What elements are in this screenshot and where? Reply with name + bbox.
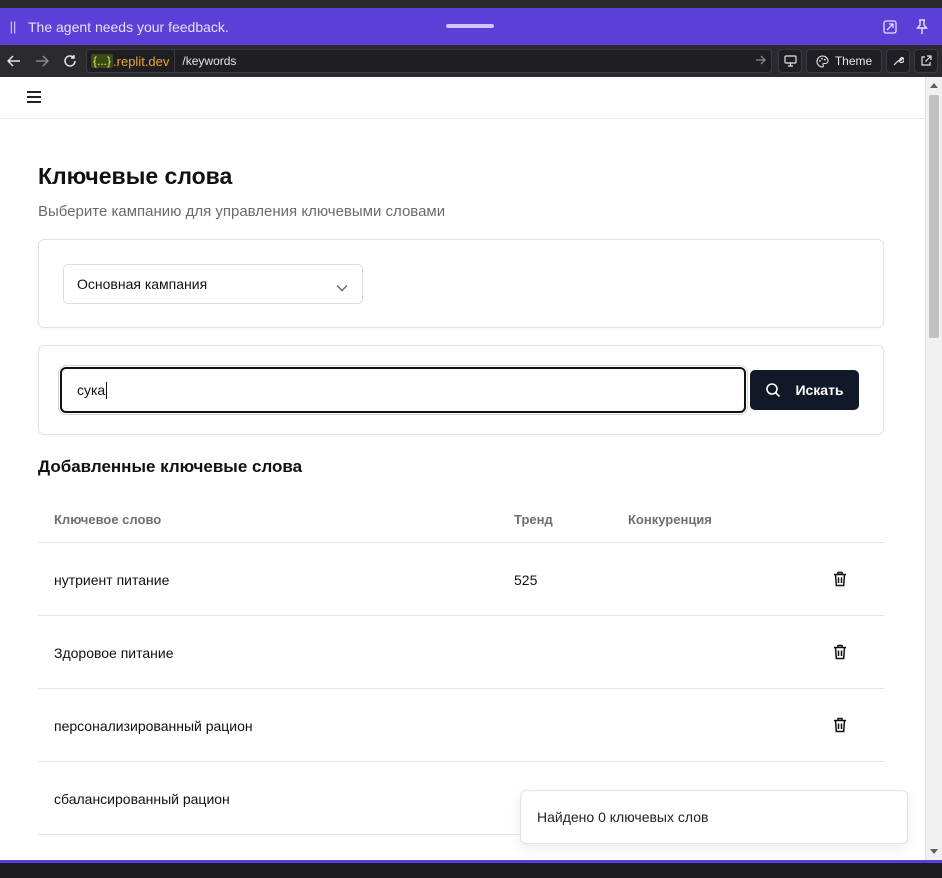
table-row: Здоровое питание xyxy=(38,616,884,689)
keywords-table: Ключевое слово Тренд Конкуренция нутриен… xyxy=(38,499,884,835)
window-bottom-frame xyxy=(0,860,942,878)
theme-label: Theme xyxy=(834,54,873,68)
scrollbar-thumb[interactable] xyxy=(929,95,939,338)
keyword-cell: сбалансированный рацион xyxy=(54,791,230,807)
scrollbar[interactable] xyxy=(925,77,942,860)
reload-icon[interactable] xyxy=(56,47,84,75)
back-icon[interactable] xyxy=(0,47,28,75)
address-host: {...} .replit.dev xyxy=(87,50,176,72)
page-subtitle: Выберите кампанию для управления ключевы… xyxy=(38,203,446,220)
devices-button[interactable] xyxy=(778,49,802,73)
scroll-up-arrow[interactable] xyxy=(930,83,938,88)
pin-icon[interactable] xyxy=(913,18,931,36)
address-path: /keywords xyxy=(182,54,237,68)
search-button[interactable]: Искать xyxy=(750,370,859,410)
wrench-button[interactable] xyxy=(886,49,910,73)
trash-icon[interactable] xyxy=(833,644,847,660)
campaign-select-value: Основная кампания xyxy=(77,276,208,292)
keywords-section-title: Добавленные ключевые слова xyxy=(38,457,303,476)
trend-cell: 525 xyxy=(514,572,538,588)
drag-handle[interactable] xyxy=(446,24,494,28)
keyword-cell: персонализированный рацион xyxy=(54,718,253,734)
table-row: нутриент питание 525 xyxy=(38,543,884,616)
trash-icon[interactable] xyxy=(833,571,847,587)
campaign-card: Основная кампания xyxy=(38,239,884,328)
host-domain: .replit.dev xyxy=(113,53,170,69)
toast-message: Найдено 0 ключевых слов xyxy=(537,809,709,825)
window-top-strip xyxy=(0,0,942,8)
agent-feedback-bar: || The agent needs your feedback. xyxy=(0,8,942,45)
table-header: Ключевое слово Тренд Конкуренция xyxy=(38,499,884,543)
chevron-down-icon xyxy=(336,279,348,295)
external-link-icon xyxy=(921,55,932,66)
external-link-button[interactable] xyxy=(914,49,938,73)
app-header xyxy=(0,77,925,119)
search-card: сука Искать xyxy=(38,345,884,435)
trash-icon[interactable] xyxy=(833,717,847,733)
text-caret xyxy=(106,381,108,399)
browser-url-bar: {...} .replit.dev /keywords Theme xyxy=(0,45,942,77)
address-field[interactable]: {...} .replit.dev /keywords xyxy=(86,49,772,73)
menu-icon[interactable] xyxy=(27,91,41,103)
keyword-cell: нутриент питание xyxy=(54,572,170,588)
toast-notification: Найдено 0 ключевых слов xyxy=(520,790,908,844)
column-competition: Конкуренция xyxy=(628,512,712,527)
search-icon xyxy=(766,383,781,398)
search-input-value: сука xyxy=(77,382,106,398)
column-keyword: Ключевое слово xyxy=(54,512,162,527)
column-trend: Тренд xyxy=(514,512,553,527)
agent-message: The agent needs your feedback. xyxy=(28,18,229,35)
pause-icon[interactable]: || xyxy=(0,19,26,34)
wrench-icon xyxy=(893,56,904,66)
devices-icon xyxy=(783,55,797,67)
keyword-cell: Здоровое питание xyxy=(54,645,174,661)
keyword-search-input[interactable]: сука xyxy=(60,367,746,413)
table-row: персонализированный рацион xyxy=(38,689,884,762)
host-tag: {...} xyxy=(91,54,114,68)
arrow-right-icon[interactable] xyxy=(755,53,767,71)
forward-icon[interactable] xyxy=(28,47,56,75)
page-title: Ключевые слова xyxy=(38,163,233,189)
palette-icon xyxy=(816,54,829,68)
scroll-down-arrow[interactable] xyxy=(930,849,938,854)
search-button-label: Искать xyxy=(795,382,844,398)
theme-button[interactable]: Theme xyxy=(806,49,882,73)
popout-icon[interactable] xyxy=(881,18,899,36)
page-viewport: Ключевые слова Выберите кампанию для упр… xyxy=(0,77,942,860)
campaign-select[interactable]: Основная кампания xyxy=(63,264,363,304)
